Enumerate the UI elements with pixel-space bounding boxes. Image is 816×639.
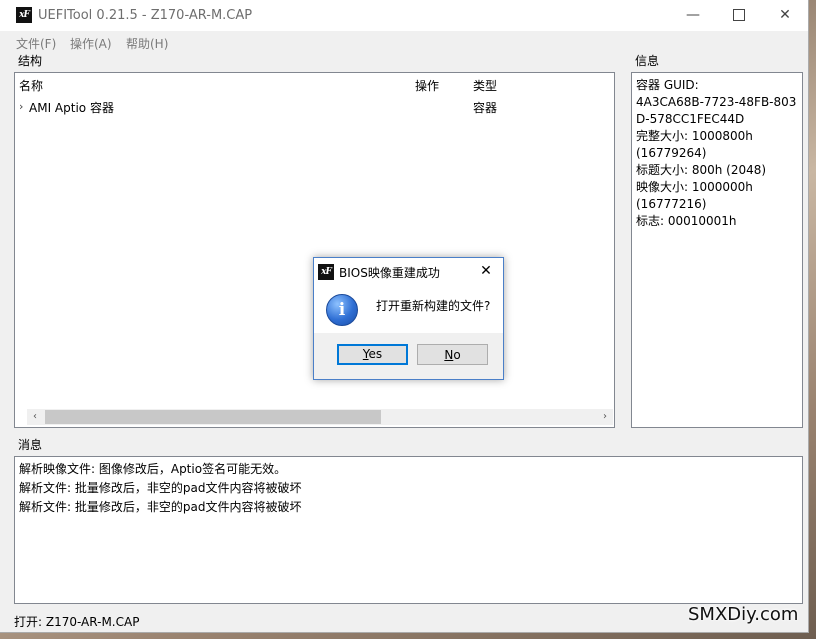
structure-label: 结构 — [18, 54, 43, 68]
menu-bar: 文件(F) 操作(A) 帮助(H) — [0, 31, 808, 51]
info-panel[interactable]: 容器 GUID: 4A3CA68B-7723-48FB-803D-578CC1F… — [631, 72, 803, 428]
title-bar[interactable]: xF UEFITool 0.21.5 - Z170-AR-M.CAP — ✕ — [0, 0, 808, 31]
no-button[interactable]: No — [417, 344, 488, 365]
scrollbar-thumb[interactable] — [45, 410, 381, 424]
window-title: UEFITool 0.21.5 - Z170-AR-M.CAP — [38, 8, 253, 23]
maximize-button[interactable] — [716, 0, 762, 31]
status-bar: 打开: Z170-AR-M.CAP — [0, 610, 808, 632]
messages-list: 解析映像文件: 图像修改后，Aptio签名可能无效。 解析文件: 批量修改后，非… — [19, 460, 301, 517]
tree-row-type: 容器 — [473, 101, 498, 115]
column-header-action[interactable]: 操作 — [415, 77, 439, 94]
menu-file[interactable]: 文件(F) — [16, 35, 56, 52]
minimize-button[interactable]: — — [670, 0, 716, 31]
info-icon: i — [326, 294, 358, 326]
rebuild-success-dialog: xF BIOS映像重建成功 ✕ i 打开重新构建的文件? Yes No — [313, 257, 504, 380]
expand-arrow-icon[interactable]: › — [19, 100, 23, 113]
info-label: 信息 — [635, 54, 660, 68]
app-icon: xF — [16, 7, 32, 23]
message-line[interactable]: 解析文件: 批量修改后，非空的pad文件内容将被破坏 — [19, 498, 301, 517]
menu-help[interactable]: 帮助(H) — [126, 35, 168, 52]
dialog-title-bar[interactable]: xF BIOS映像重建成功 ✕ — [314, 258, 503, 285]
scroll-right-icon[interactable]: › — [597, 409, 613, 425]
column-header-type[interactable]: 类型 — [473, 77, 497, 94]
message-line[interactable]: 解析文件: 批量修改后，非空的pad文件内容将被破坏 — [19, 479, 301, 498]
dialog-title: BIOS映像重建成功 — [339, 266, 440, 280]
scroll-left-icon[interactable]: ‹ — [27, 409, 43, 425]
dialog-close-button[interactable]: ✕ — [474, 261, 498, 281]
info-text: 容器 GUID: 4A3CA68B-7723-48FB-803D-578CC1F… — [636, 78, 797, 228]
watermark: SMXDiy.com — [688, 604, 799, 625]
close-button[interactable]: ✕ — [762, 0, 808, 31]
status-text: 打开: Z170-AR-M.CAP — [14, 615, 140, 629]
messages-label: 消息 — [18, 438, 43, 452]
messages-panel[interactable]: 解析映像文件: 图像修改后，Aptio签名可能无效。 解析文件: 批量修改后，非… — [14, 456, 803, 604]
menu-action[interactable]: 操作(A) — [70, 35, 112, 52]
tree-row-name: AMI Aptio 容器 — [29, 101, 114, 115]
maximize-icon — [733, 9, 745, 21]
column-header-name[interactable]: 名称 — [19, 77, 43, 94]
dialog-app-icon: xF — [318, 264, 334, 280]
tree-row[interactable]: › AMI Aptio 容器 容器 — [19, 99, 609, 117]
dialog-body: i 打开重新构建的文件? — [314, 285, 503, 333]
message-line[interactable]: 解析映像文件: 图像修改后，Aptio签名可能无效。 — [19, 460, 301, 479]
horizontal-scrollbar[interactable]: ‹ › — [27, 409, 613, 425]
yes-button[interactable]: Yes — [337, 344, 408, 365]
dialog-message: 打开重新构建的文件? — [376, 299, 491, 313]
